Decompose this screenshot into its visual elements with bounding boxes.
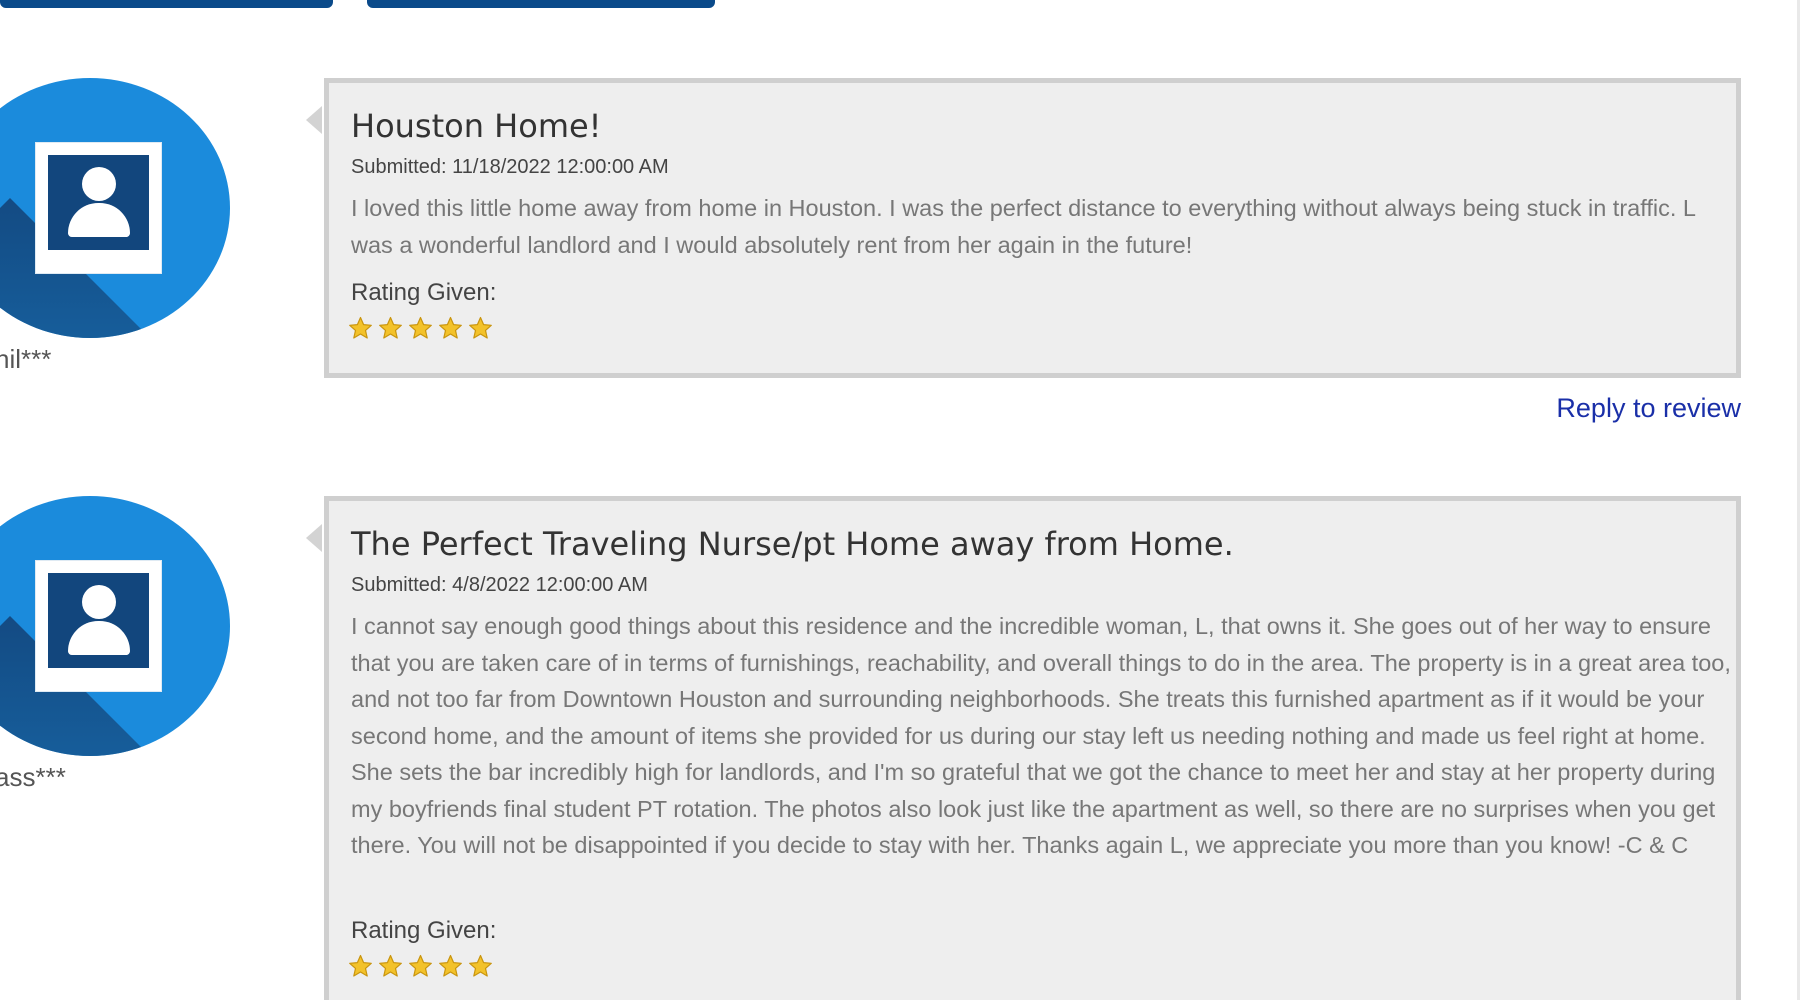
avatar-photo [48, 155, 149, 250]
reply-to-review-link[interactable]: Reply to review [1556, 393, 1741, 424]
star-icon [349, 954, 372, 977]
avatar-photo-frame [36, 561, 161, 691]
review-body: I cannot say enough good things about th… [351, 613, 1731, 858]
card-pointer [306, 106, 322, 134]
star-icon [439, 316, 462, 339]
avatar-body [68, 203, 130, 237]
reviewer-username: hil*** [0, 344, 52, 374]
review-card: Houston Home! Submitted: 11/18/2022 12:0… [324, 78, 1741, 378]
review-title: Houston Home! [351, 107, 602, 145]
star-icon [409, 316, 432, 339]
top-tab-left[interactable] [0, 0, 333, 8]
star-icon [469, 954, 492, 977]
reviews-page: hil*** Houston Home! Submitted: 11/18/20… [0, 0, 1800, 1000]
user-avatar-icon [0, 78, 230, 338]
review-submitted: Submitted: 11/18/2022 12:00:00 AM [351, 156, 669, 178]
star-icon [379, 954, 402, 977]
star-icon [469, 316, 492, 339]
avatar-photo [48, 573, 149, 668]
star-icon [349, 316, 372, 339]
reviewer-username: ass*** [0, 762, 66, 792]
avatar-head [82, 585, 116, 619]
rating-stars [348, 316, 493, 341]
review-title: The Perfect Traveling Nurse/pt Home away… [351, 525, 1234, 563]
top-tab-right[interactable] [367, 0, 715, 8]
rating-label: Rating Given: [351, 917, 497, 944]
rating-label: Rating Given: [351, 279, 497, 306]
review-submitted: Submitted: 4/8/2022 12:00:00 AM [351, 574, 648, 596]
avatar-body [68, 621, 130, 655]
avatar-head [82, 167, 116, 201]
star-icon [409, 954, 432, 977]
avatar-photo-frame [36, 143, 161, 273]
rating-stars [348, 954, 493, 979]
review-body: I loved this little home away from home … [351, 195, 1696, 258]
star-icon [439, 954, 462, 977]
card-pointer [306, 524, 322, 552]
user-avatar-icon [0, 496, 230, 756]
review-card: The Perfect Traveling Nurse/pt Home away… [324, 496, 1741, 1000]
star-icon [379, 316, 402, 339]
